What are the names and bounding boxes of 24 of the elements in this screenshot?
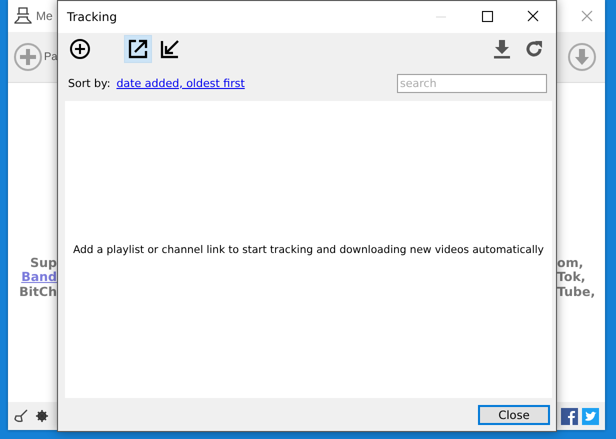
text: Tube, <box>557 284 596 300</box>
empty-message: Add a playlist or channel link to start tracking and downloading new videos automatically <box>73 244 544 256</box>
window-title: Me <box>36 9 53 23</box>
refresh-icon[interactable] <box>524 39 544 59</box>
link[interactable]: Band <box>21 270 57 285</box>
app-logo-icon <box>14 7 32 25</box>
import-icon[interactable] <box>159 38 181 60</box>
toolbar-label[interactable]: Pa <box>44 51 58 63</box>
sort-link[interactable]: date added, oldest first <box>116 76 245 90</box>
close-icon[interactable] <box>581 10 593 22</box>
facebook-icon[interactable] <box>561 408 578 424</box>
close-button[interactable]: Close <box>478 404 550 424</box>
text: Tok, <box>557 270 586 285</box>
export-icon[interactable] <box>127 38 149 60</box>
search-field[interactable]: search <box>397 74 547 92</box>
add-icon[interactable] <box>69 38 91 60</box>
gear-icon[interactable] <box>36 410 48 422</box>
text: om, <box>557 256 584 270</box>
dialog-title: Tracking <box>67 10 117 24</box>
text: BitCh <box>19 284 57 300</box>
download-icon[interactable] <box>493 39 511 59</box>
sort-label: Sort by: <box>68 76 110 90</box>
text: Sup <box>30 256 57 270</box>
broom-icon[interactable] <box>14 409 28 423</box>
